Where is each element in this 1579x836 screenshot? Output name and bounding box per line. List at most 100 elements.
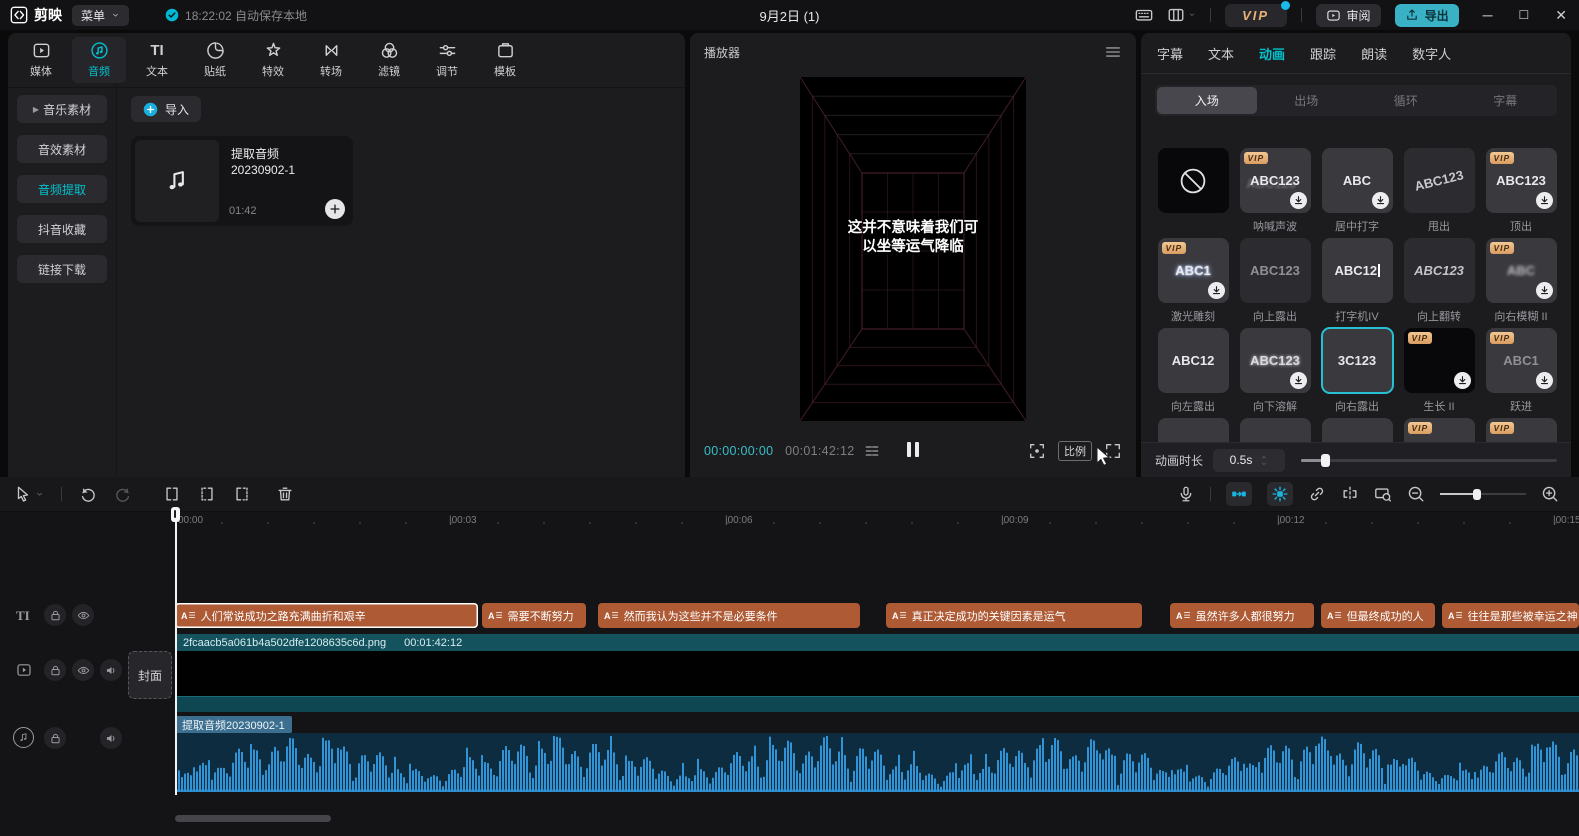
download-button[interactable]: [1536, 192, 1553, 209]
inspector-tab-字幕[interactable]: 字幕: [1157, 44, 1183, 63]
anim-subtab-入场[interactable]: 入场: [1157, 87, 1257, 114]
duration-slider[interactable]: [1301, 453, 1557, 467]
delete-button[interactable]: [276, 485, 294, 503]
subtitle-clip[interactable]: A☰然而我认为这些并不是必要条件: [598, 603, 860, 628]
timeline-zoom-slider[interactable]: [1440, 487, 1526, 501]
media-tab-transition[interactable]: 转场: [304, 37, 358, 83]
animation-item-甩出[interactable]: ABC123甩出: [1399, 148, 1479, 234]
anim-subtab-循环[interactable]: 循环: [1356, 87, 1456, 114]
video-preview[interactable]: 这并不意味着我们可 以坐等运气降临: [800, 77, 1026, 421]
download-button[interactable]: [1536, 282, 1553, 299]
slider-knob[interactable]: [1321, 454, 1330, 467]
media-tab-template[interactable]: 模板: [478, 37, 532, 83]
anim-subtab-字幕[interactable]: 字幕: [1456, 87, 1556, 114]
auto-align-toggle[interactable]: [1267, 482, 1293, 506]
download-button[interactable]: [1290, 192, 1307, 209]
audio-track-lock-button[interactable]: [44, 727, 66, 749]
text-track-visibility-button[interactable]: [72, 604, 94, 626]
media-tab-audio[interactable]: 音频: [72, 37, 126, 83]
preview-quality-icon[interactable]: [1028, 442, 1046, 460]
timeline-scrollbar[interactable]: [175, 815, 331, 822]
maximize-button[interactable]: ☐: [1519, 8, 1530, 22]
player-menu-icon[interactable]: [1104, 43, 1122, 61]
select-tool-button[interactable]: [14, 485, 44, 503]
zoom-out-button[interactable]: [1407, 485, 1425, 503]
animation-item-打字机IV[interactable]: ABC12打字机IV: [1317, 238, 1397, 324]
subtitle-clip[interactable]: A☰需要不断努力: [482, 603, 586, 628]
zoom-in-button[interactable]: [1541, 485, 1559, 503]
animation-item-向上露出[interactable]: ABC123向上露出: [1235, 238, 1315, 324]
sidebar-item[interactable]: 抖音收藏: [17, 215, 107, 243]
animation-item-向左露出[interactable]: ABC12向左露出: [1153, 328, 1233, 414]
undo-button[interactable]: [79, 485, 97, 503]
media-tab-media[interactable]: 媒体: [14, 37, 68, 83]
link-toggle[interactable]: [1308, 485, 1326, 503]
anim-subtab-出场[interactable]: 出场: [1257, 87, 1357, 114]
animation-item[interactable]: [1235, 418, 1315, 443]
split-left-button[interactable]: [198, 485, 216, 503]
close-button[interactable]: ✕: [1555, 7, 1567, 24]
frame-view-icon[interactable]: [864, 443, 880, 459]
duration-stepper[interactable]: [1260, 454, 1268, 467]
media-tab-sticker[interactable]: 贴纸: [188, 37, 242, 83]
download-button[interactable]: [1290, 372, 1307, 389]
subtitle-clip[interactable]: A☰人们常说成功之路充满曲折和艰辛: [175, 603, 478, 628]
animation-item-向上翻转[interactable]: ABC123向上翻转: [1399, 238, 1479, 324]
download-button[interactable]: [1372, 192, 1389, 209]
magnetic-snap-toggle[interactable]: [1226, 482, 1252, 506]
animation-item[interactable]: [1317, 418, 1397, 443]
zoom-knob[interactable]: [1473, 489, 1481, 500]
import-button[interactable]: 导入: [131, 96, 201, 122]
sidebar-item[interactable]: 音效素材: [17, 135, 107, 163]
redo-button[interactable]: [114, 485, 132, 503]
audio-track-mute-button[interactable]: [100, 727, 122, 749]
animation-item[interactable]: [1153, 148, 1233, 213]
preview-axis-toggle[interactable]: [1341, 485, 1359, 503]
time-ruler[interactable]: 00:00|00:03|00:06|00:09|00:12|00:15: [0, 511, 1579, 531]
pause-button[interactable]: [907, 442, 919, 460]
split-right-button[interactable]: [233, 485, 251, 503]
media-tab-effects[interactable]: 特效: [246, 37, 300, 83]
inspector-tab-文本[interactable]: 文本: [1208, 44, 1234, 63]
media-tab-filter[interactable]: 滤镜: [362, 37, 416, 83]
animation-item-向右模糊 II[interactable]: ABCVIP向右模糊 II: [1481, 238, 1561, 324]
ratio-button[interactable]: 比例: [1058, 441, 1092, 461]
record-voiceover-button[interactable]: [1177, 485, 1195, 503]
subtitle-clip[interactable]: A☰往往是那些被幸运之神: [1442, 603, 1579, 628]
inspector-tab-数字人[interactable]: 数字人: [1412, 44, 1451, 63]
menu-button[interactable]: 菜单: [72, 5, 129, 26]
animation-item[interactable]: [1153, 418, 1233, 443]
layout-switch-button[interactable]: [1167, 6, 1196, 24]
duration-value-box[interactable]: 0.5s: [1213, 449, 1285, 472]
sidebar-item[interactable]: ▶音乐素材: [17, 95, 107, 123]
text-track-lock-button[interactable]: [44, 604, 66, 626]
animation-item-居中打字[interactable]: ABC居中打字: [1317, 148, 1397, 234]
timeline-preview-button[interactable]: [1374, 485, 1392, 503]
animation-item-顶出[interactable]: ABC123VIP顶出: [1481, 148, 1561, 234]
review-button[interactable]: 审阅: [1316, 4, 1381, 27]
download-button[interactable]: [1536, 372, 1553, 389]
video-clip[interactable]: 2fcaacb5a061b4a502dfe1208635c6d.png 00:0…: [175, 634, 1579, 711]
animation-item-向右露出[interactable]: 3C123向右露出: [1317, 328, 1397, 414]
shortcuts-icon[interactable]: [1135, 6, 1153, 24]
inspector-tab-跟踪[interactable]: 跟踪: [1310, 44, 1336, 63]
animation-item[interactable]: VIP: [1399, 418, 1479, 443]
video-track-visibility-button[interactable]: [72, 659, 94, 681]
animation-item-生长 II[interactable]: VIP生长 II: [1399, 328, 1479, 414]
cover-button[interactable]: 封面: [128, 651, 172, 699]
inspector-tab-朗读[interactable]: 朗读: [1361, 44, 1387, 63]
vip-button[interactable]: VIP: [1225, 4, 1287, 27]
download-button[interactable]: [1454, 372, 1471, 389]
animation-item[interactable]: VIP: [1481, 418, 1561, 443]
subtitle-clip[interactable]: A☰真正决定成功的关键因素是运气: [886, 603, 1142, 628]
video-track-mute-button[interactable]: [100, 659, 122, 681]
animation-item-呐喊声波[interactable]: ABC123VIP呐喊声波: [1235, 148, 1315, 234]
download-button[interactable]: [1208, 282, 1225, 299]
audio-clip[interactable]: 提取音频20230902-1: [175, 716, 1579, 792]
sidebar-item[interactable]: 链接下载: [17, 255, 107, 283]
export-button[interactable]: 导出: [1395, 4, 1459, 27]
add-to-timeline-button[interactable]: [325, 199, 345, 219]
animation-item-向下溶解[interactable]: ABC123向下溶解: [1235, 328, 1315, 414]
inspector-tab-动画[interactable]: 动画: [1259, 44, 1285, 63]
subtitle-clip[interactable]: A☰虽然许多人都很努力: [1170, 603, 1314, 628]
